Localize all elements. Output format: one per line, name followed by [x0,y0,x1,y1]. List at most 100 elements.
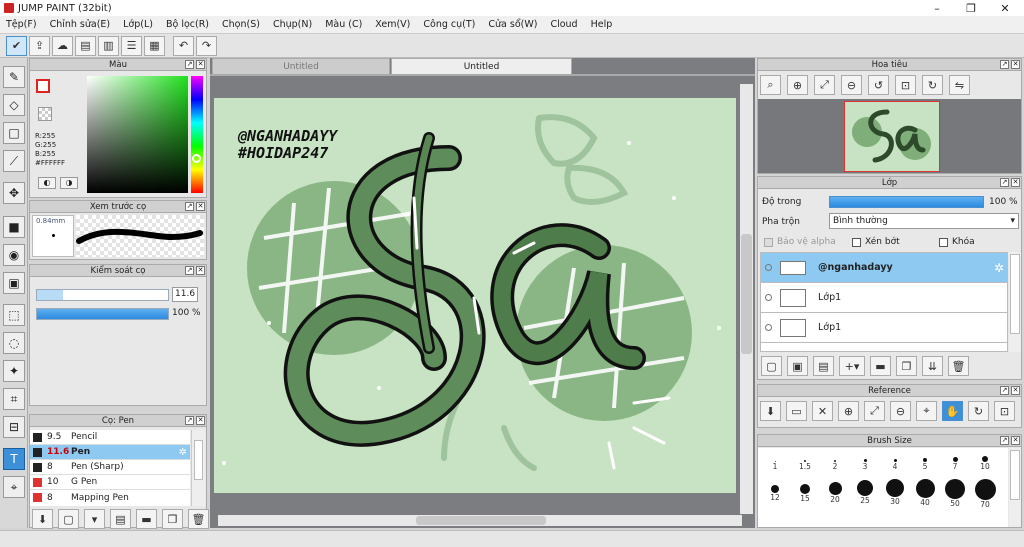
panel-close-icon[interactable]: ✕ [1011,436,1020,445]
panel-close-icon[interactable]: ✕ [196,266,205,275]
select-eraser-icon[interactable]: ⊟ [3,416,25,438]
menu-filter[interactable]: Bộ lọc(R) [166,19,209,30]
brush-size-option[interactable]: 2 [820,448,850,479]
protect-alpha-checkbox[interactable]: Bảo vệ alpha [764,237,836,247]
list-icon[interactable]: ☰ [121,35,142,56]
magic-wand-icon[interactable]: ✦ [3,360,25,382]
rotate-left-icon[interactable]: ↺ [868,75,889,95]
scrollbar-thumb[interactable] [1010,254,1020,334]
brush-item-pen[interactable]: 11.6 Pen ✲ [30,445,190,460]
eyedropper-icon[interactable]: ⌖ [916,401,937,421]
clip-checkbox[interactable]: Xén bớt [852,237,900,247]
brush-size-option[interactable]: 1 [760,448,790,479]
float-icon[interactable]: ↗ [1000,386,1009,395]
saturation-value-picker[interactable] [87,76,188,193]
brush-size-option[interactable]: 3 [850,448,880,479]
palette-icon[interactable]: ◐ [38,177,56,189]
brush-size-option[interactable]: 25 [850,479,880,510]
hand-icon[interactable]: ✋ [942,401,963,421]
brush-item-mapping-pen[interactable]: 8 Mapping Pen [30,490,190,505]
select-rect-icon[interactable]: ⬚ [3,304,25,326]
brush-size-option[interactable]: 50 [940,479,970,510]
zoom-icon[interactable]: ⌕ [760,75,781,95]
menu-window[interactable]: Cửa sổ(W) [488,19,537,30]
panel-close-icon[interactable]: ✕ [1011,386,1020,395]
layer-row[interactable]: Lớp1 [761,313,1007,343]
new-raster-icon[interactable]: ▣ [787,356,808,376]
layer-list-scrollbar[interactable] [1009,252,1021,352]
scrollbar-thumb[interactable] [1010,450,1020,500]
hue-slider-handle[interactable] [192,154,201,163]
menu-view[interactable]: Xem(V) [375,19,410,30]
color-sampler-icon[interactable]: ◑ [60,177,78,189]
panel-close-icon[interactable]: ✕ [196,202,205,211]
reset-icon[interactable]: ⊡ [994,401,1015,421]
brush-size-slider[interactable] [36,289,169,301]
eye-icon[interactable] [765,294,772,301]
layer-row[interactable]: @nganhadayy ✲ [761,253,1007,283]
transparent-color-swatch[interactable] [38,107,52,121]
minimize-button[interactable]: – [920,0,954,16]
merge-layer-icon[interactable]: ⇊ [922,356,943,376]
grid-icon[interactable]: ▦ [144,35,165,56]
reset-view-icon[interactable]: ⊡ [895,75,916,95]
brush-opacity-slider[interactable] [36,308,169,320]
menu-file[interactable]: Tệp(F) [6,19,37,30]
zoom-out-icon[interactable]: ⊖ [890,401,911,421]
select-pen-icon[interactable]: ⌗ [3,388,25,410]
comment-icon[interactable]: ☁ [52,35,73,56]
fit-icon[interactable]: ⤢ [864,401,885,421]
float-icon[interactable]: ↗ [185,416,194,425]
lock-checkbox[interactable]: Khóa [939,237,975,247]
brush-item-g-pen[interactable]: 10 G Pen [30,475,190,490]
zoom-in-icon[interactable]: ⊕ [787,75,808,95]
scrollbar-thumb[interactable] [194,440,203,480]
menu-select[interactable]: Chọn(S) [222,19,260,30]
gear-icon[interactable]: ✲ [179,447,187,458]
panel-close-icon[interactable]: ✕ [196,416,205,425]
artwork-canvas[interactable]: @NGANHADAYY #HOIDAP247 Sa [214,98,736,493]
eraser-tool-icon[interactable]: ◇ [3,94,25,116]
menu-color[interactable]: Màu (C) [325,19,362,30]
brush-size-option[interactable]: 15 [790,479,820,510]
navigator-thumbnail[interactable] [844,101,940,172]
delete-layer-icon[interactable]: 🗑 [948,356,969,376]
zoom-out-icon[interactable]: ⊖ [841,75,862,95]
move-tool-icon[interactable]: ✥ [3,182,25,204]
brush-settings-icon[interactable]: ▤ [110,509,131,529]
brush-size-option[interactable]: 1.5 [790,448,820,479]
float-icon[interactable]: ↗ [185,60,194,69]
brush-size-option[interactable]: 12 [760,479,790,510]
flip-icon[interactable]: ⇋ [949,75,970,95]
gear-icon[interactable]: ✲ [994,261,1004,275]
document-icon[interactable]: ▥ [98,35,119,56]
float-icon[interactable]: ↗ [185,266,194,275]
rotate-right-icon[interactable]: ↻ [922,75,943,95]
foreground-color-swatch[interactable] [36,79,50,93]
brush-size-scrollbar[interactable] [1009,448,1021,527]
panel-close-icon[interactable]: ✕ [1011,178,1020,187]
brush-copy-icon[interactable]: ❐ [162,509,183,529]
tab-untitled-2[interactable]: Untitled [391,58,572,74]
close-button[interactable]: ✕ [988,0,1022,16]
cloud-download-icon[interactable]: ⬇ [760,401,781,421]
scrollbar-thumb[interactable] [741,234,752,354]
brush-list-scrollbar[interactable] [191,430,205,506]
eye-icon[interactable] [765,264,772,271]
new-halftone-icon[interactable]: ▤ [813,356,834,376]
brush-size-input[interactable]: 11.6 [172,287,198,302]
export-icon[interactable]: ⇪ [29,35,50,56]
new-brush-icon[interactable]: ▢ [58,509,79,529]
float-icon[interactable]: ↗ [1000,60,1009,69]
brush-item-pencil[interactable]: 9.5 Pencil [30,430,190,445]
brush-tool-icon[interactable]: ✎ [3,66,25,88]
menu-tools[interactable]: Công cụ(T) [423,19,475,30]
rotate-icon[interactable]: ↻ [968,401,989,421]
brush-item-pen-sharp[interactable]: 8 Pen (Sharp) [30,460,190,475]
gradient-tool-icon[interactable]: ▣ [3,272,25,294]
line-tool-icon[interactable]: ⟋ [3,150,25,172]
eyedropper-tool-icon[interactable]: ⌖ [3,476,25,498]
brush-size-option[interactable]: 20 [820,479,850,510]
bucket-tool-icon[interactable]: ◉ [3,244,25,266]
add-layer-menu-icon[interactable]: +▾ [839,356,865,376]
